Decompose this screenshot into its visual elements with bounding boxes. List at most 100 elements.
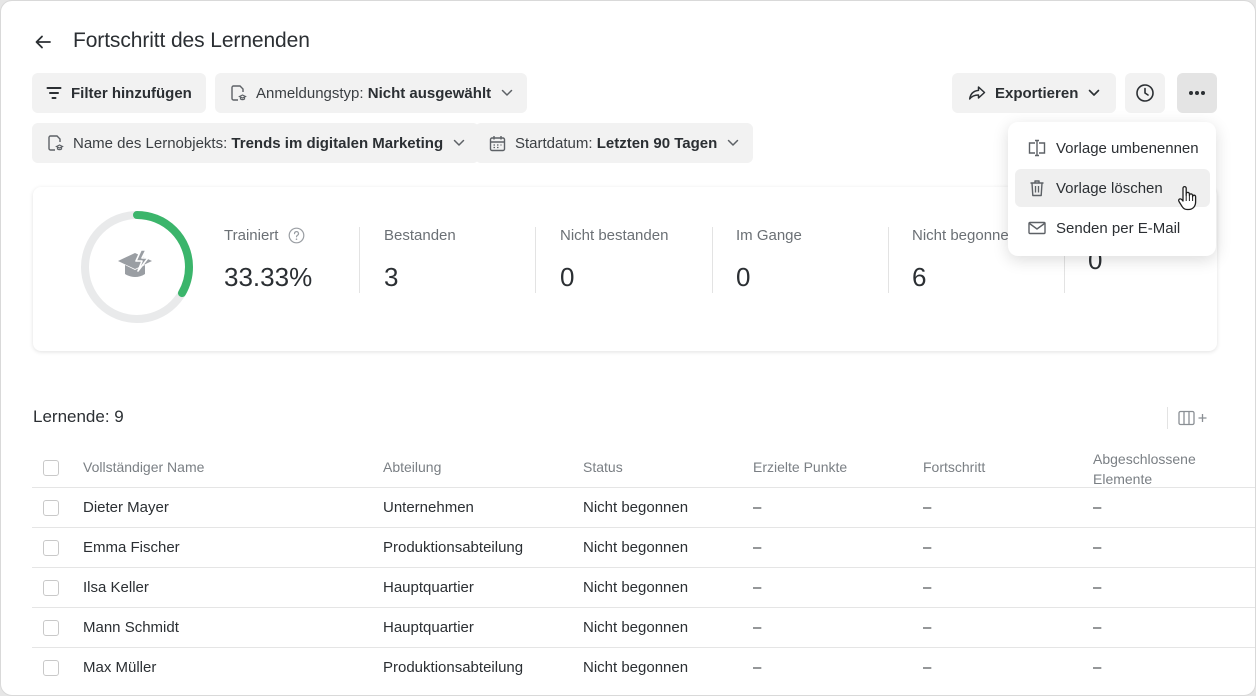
stat-failed-value: 0 [560,262,575,292]
enrollment-icon [46,134,64,152]
column-header-department[interactable]: Abteilung [383,459,441,475]
enrollment-type-label: Anmeldungstyp: [256,84,364,102]
column-header-progress[interactable]: Fortschritt [923,459,985,475]
rename-icon [1027,139,1047,157]
start-date-value: Letzten 90 Tagen [596,134,718,152]
filter-icon [46,86,62,100]
stat-failed: Nicht bestanden 0 [560,227,668,293]
arrow-left-icon [35,35,51,49]
menu-item-label: Vorlage umbenennen [1056,139,1199,157]
cell-completed: – [1093,659,1102,676]
cell-status: Nicht begonnen [583,499,689,516]
hand-cursor-icon [1177,186,1197,211]
column-header-completed-elements[interactable]: Abgeschlossene Elemente [1093,449,1213,489]
columns-add-icon [1178,410,1207,426]
cell-progress: – [923,619,932,636]
export-button[interactable]: Exportieren [952,73,1117,113]
more-options-button[interactable] [1177,73,1217,113]
menu-item-label: Vorlage löschen [1056,179,1163,197]
table-row[interactable]: Dieter Mayer Unternehmen Nicht begonnen – – – [32,487,1255,527]
clock-icon [1136,84,1154,102]
stat-trained-value: 33.33% [224,262,313,292]
select-all-checkbox[interactable] [43,460,59,476]
stat-passed-value: 3 [384,262,399,292]
row-checkbox[interactable] [43,660,59,676]
cell-department: Produktionsabteilung [383,659,524,676]
back-button[interactable] [32,31,54,53]
cell-progress: – [923,659,932,676]
cell-department: Unternehmen [383,499,474,516]
stat-in-progress-value: 0 [736,262,751,292]
trash-icon [1027,179,1047,197]
calendar-icon [489,135,506,152]
stat-in-progress: Im Gange 0 [736,227,802,293]
stat-not-started-value: 6 [912,262,927,292]
stat-divider [359,227,360,293]
cell-progress: – [923,579,932,596]
add-filter-button[interactable]: Filter hinzufügen [32,73,206,113]
stat-divider [888,227,889,293]
menu-item-send-email[interactable]: Senden per E-Mail [1015,209,1210,247]
cell-progress: – [923,539,932,556]
column-header-status[interactable]: Status [583,459,623,475]
row-checkbox[interactable] [43,580,59,596]
stat-not-started-label: Nicht begonnen [912,227,1018,244]
learning-object-label: Name des Lernobjekts: [73,134,228,152]
stat-trained-label: Trainiert [224,227,279,244]
stat-divider [535,227,536,293]
cell-status: Nicht begonnen [583,659,689,676]
menu-item-label: Senden per E-Mail [1056,219,1181,237]
column-header-name[interactable]: Vollständiger Name [83,459,204,475]
learning-object-filter[interactable]: Name des Lernobjekts: Trends im digitale… [32,123,480,163]
cell-points: – [753,499,762,516]
learners-count: Lernende: 9 [33,407,124,426]
chevron-down-icon [501,89,513,97]
chevron-down-icon [1088,89,1100,97]
help-icon[interactable] [288,227,305,244]
more-horizontal-icon [1189,91,1205,95]
cell-points: – [753,579,762,596]
stat-passed-label: Bestanden [384,227,456,244]
graduation-cap-icon [118,249,152,277]
cell-name: Ilsa Keller [83,579,149,596]
cell-department: Produktionsabteilung [383,539,524,556]
cell-department: Hauptquartier [383,619,474,636]
cell-name: Emma Fischer [83,539,180,556]
start-date-filter[interactable]: Startdatum: Letzten 90 Tagen [475,123,754,163]
progress-ring [81,211,193,323]
history-button[interactable] [1125,73,1165,113]
row-checkbox[interactable] [43,500,59,516]
table-row[interactable]: Ilsa Keller Hauptquartier Nicht begonnen – –… [32,567,1255,607]
mail-icon [1027,219,1047,237]
cell-department: Hauptquartier [383,579,474,596]
row-checkbox[interactable] [43,620,59,636]
cell-status: Nicht begonnen [583,579,689,596]
cell-name: Dieter Mayer [83,499,169,516]
add-filter-label: Filter hinzufügen [71,84,192,102]
cell-name: Mann Schmidt [83,619,179,636]
cell-points: – [753,619,762,636]
stat-divider [712,227,713,293]
table-row[interactable]: Max Müller Produktionsabteilung Nicht bego… [32,647,1255,687]
learning-object-value: Trends im digitalen Marketing [231,134,444,152]
enrollment-icon [229,84,247,102]
cell-name: Max Müller [83,659,157,676]
table-row[interactable]: Mann Schmidt Hauptquartier Nicht begonnen –… [32,607,1255,647]
cell-completed: – [1093,499,1102,516]
page-title: Fortschritt des Lernenden [73,29,310,52]
enrollment-type-value: Nicht ausgewählt [367,84,492,102]
cell-points: – [753,659,762,676]
cell-completed: – [1093,579,1102,596]
report-window: Fortschritt des Lernenden Filter hinzufü… [0,0,1256,696]
table-row[interactable]: Emma Fischer Produktionsabteilung Nicht be… [32,527,1255,567]
menu-item-rename-template[interactable]: Vorlage umbenennen [1015,129,1210,167]
add-column-button[interactable] [1167,407,1208,429]
share-arrow-icon [968,85,986,101]
start-date-label: Startdatum: [515,134,593,152]
column-header-points[interactable]: Erzielte Punkte [753,459,847,475]
cell-completed: – [1093,619,1102,636]
stat-in-progress-label: Im Gange [736,227,802,244]
row-checkbox[interactable] [43,540,59,556]
stat-trained: Trainiert 33.33% [224,227,312,293]
enrollment-type-filter[interactable]: Anmeldungstyp: Nicht ausgewählt [215,73,528,113]
